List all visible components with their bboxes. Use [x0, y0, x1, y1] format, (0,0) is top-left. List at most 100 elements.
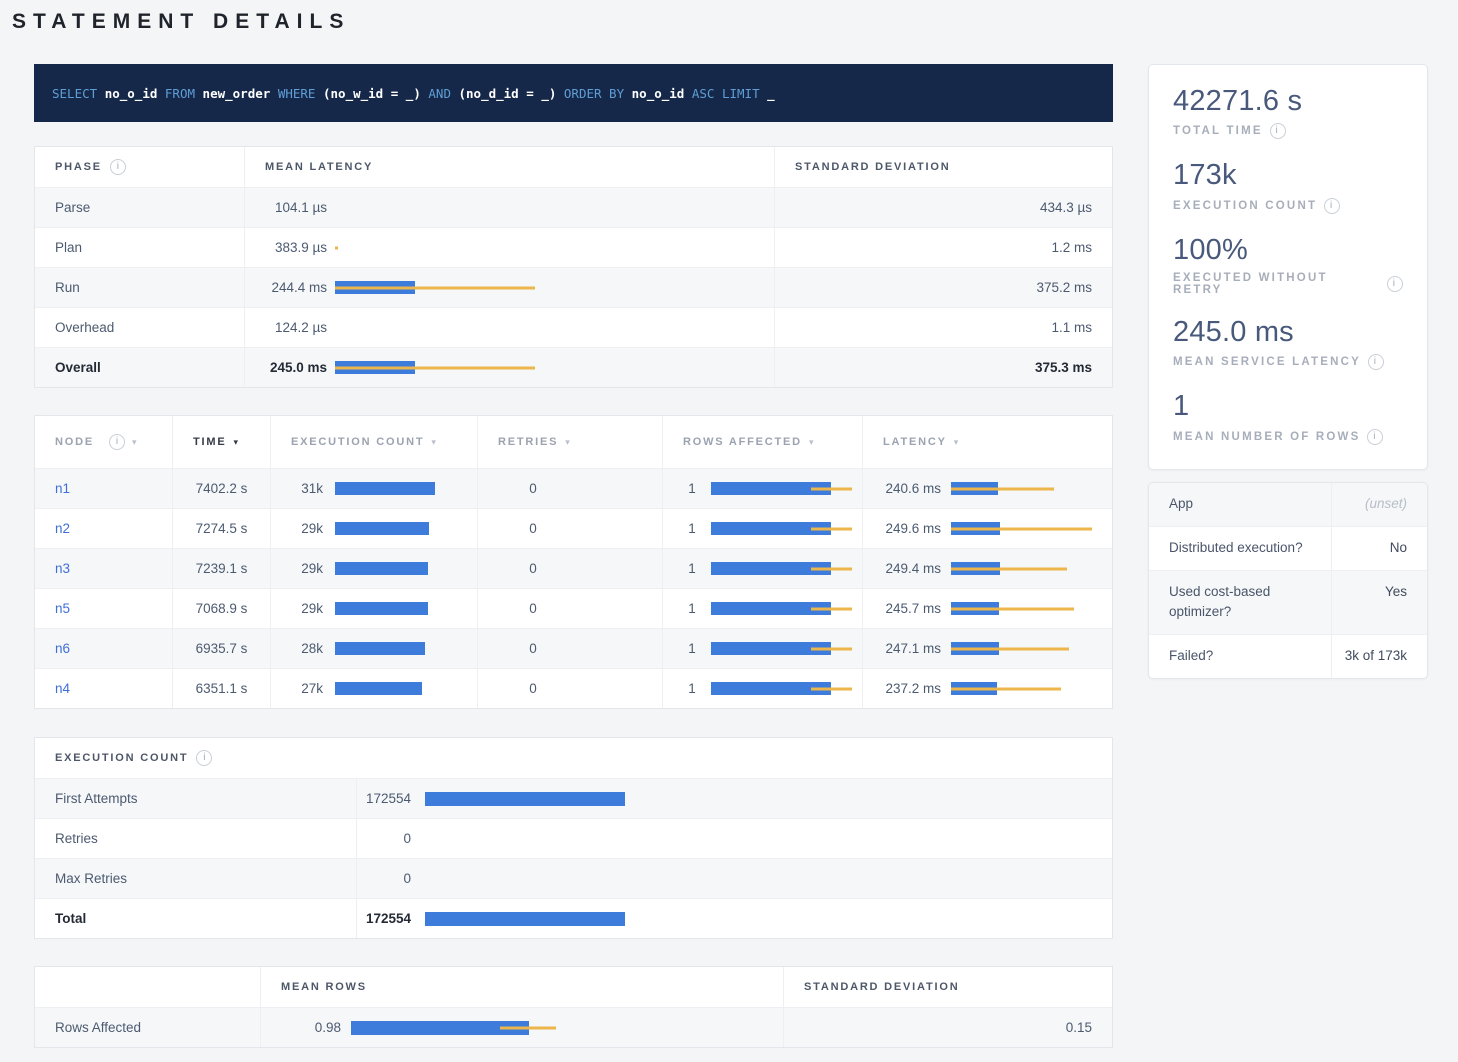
latency-col-header[interactable]: LATENCY ▾ [863, 416, 1112, 468]
node-time: 7402.2 s [196, 481, 248, 496]
execution-count-col-header[interactable]: EXECUTION COUNT ▾ [271, 416, 478, 468]
info-icon[interactable]: i [1368, 354, 1384, 370]
stat-mean-service-latency: 245.0 ms MEAN SERVICE LATENCYi [1173, 316, 1403, 370]
rows-affected-bar [711, 682, 842, 695]
exec-row-total: Total 172554 [35, 898, 1112, 938]
latency-bar [335, 361, 754, 374]
phase-row-run: Run 244.4 ms 375.2 ms [35, 267, 1112, 307]
exec-row-label: First Attempts [55, 791, 138, 806]
node-retries: 0 [498, 641, 568, 656]
node-rows-affected: 1 [683, 521, 701, 536]
attribute-label: Used cost-based optimizer? [1149, 571, 1331, 635]
mean-rows-bar [351, 1021, 763, 1035]
info-icon[interactable]: i [1387, 276, 1403, 292]
exec-row-label: Max Retries [55, 871, 127, 886]
phase-label: Overall [55, 360, 101, 375]
info-icon[interactable]: i [110, 159, 126, 175]
exec-row-value: 172554 [361, 791, 411, 806]
node-link[interactable]: n1 [55, 481, 70, 496]
mean-latency-col-header: MEAN LATENCY [245, 147, 775, 187]
node-link[interactable]: n4 [55, 681, 70, 696]
node-latency: 249.4 ms [877, 561, 941, 576]
info-icon[interactable]: i [109, 434, 125, 450]
latency-bar [335, 241, 754, 254]
node-time: 7239.1 s [196, 561, 248, 576]
node-retries: 0 [498, 481, 568, 496]
node-exec-count: 29k [283, 601, 323, 616]
phase-row-overall: Overall 245.0 ms 375.3 ms [35, 347, 1112, 387]
phase-table-header: PHASE i MEAN LATENCY STANDARD DEVIATION [35, 147, 1112, 187]
mean-latency-value: 244.4 ms [265, 280, 327, 295]
main-layout: SELECT no_o_id FROM new_order WHERE (no_… [10, 64, 1428, 1048]
exec-row-retries: Retries 0 [35, 818, 1112, 858]
mean-latency-value: 104.1 µs [265, 200, 327, 215]
node-latency: 237.2 ms [877, 681, 941, 696]
node-row: n5 7068.9 s 29k 0 1 245.7 ms [35, 588, 1112, 628]
rows-affected-bar [711, 522, 842, 535]
exec-count-bar [335, 602, 457, 615]
node-latency: 247.1 ms [877, 641, 941, 656]
stat-total-time: 42271.6 s TOTAL TIMEi [1173, 85, 1403, 139]
exec-row-first-attempts: First Attempts 172554 [35, 778, 1112, 818]
empty-col-header [35, 967, 261, 1007]
phase-latency-table: PHASE i MEAN LATENCY STANDARD DEVIATION … [34, 146, 1113, 388]
node-link[interactable]: n2 [55, 521, 70, 536]
phase-label: Overhead [55, 320, 114, 335]
node-link[interactable]: n6 [55, 641, 70, 656]
retries-col-header[interactable]: RETRIES ▾ [478, 416, 663, 468]
stat-execution-count: 173k EXECUTION COUNTi [1173, 159, 1403, 213]
exec-row-max-retries: Max Retries 0 [35, 858, 1112, 898]
node-rows-affected: 1 [683, 601, 701, 616]
info-icon[interactable]: i [1324, 198, 1340, 214]
mean-latency-value: 383.9 µs [265, 240, 327, 255]
node-rows-affected: 1 [683, 561, 701, 576]
sort-arrow-icon: ▾ [809, 438, 814, 447]
std-dev-value: 434.3 µs [1040, 200, 1092, 215]
node-row: n2 7274.5 s 29k 0 1 249.6 ms [35, 508, 1112, 548]
attribute-label: Distributed execution? [1149, 527, 1331, 570]
info-icon[interactable]: i [1270, 123, 1286, 139]
sort-arrow-icon: ▾ [132, 438, 137, 447]
attribute-row-app: App (unset) [1149, 483, 1427, 526]
std-dev-value: 1.2 ms [1051, 240, 1092, 255]
node-latency: 249.6 ms [877, 521, 941, 536]
node-latency: 245.7 ms [877, 601, 941, 616]
left-column: SELECT no_o_id FROM new_order WHERE (no_… [34, 64, 1113, 1048]
stat-label: EXECUTED WITHOUT RETRY [1173, 272, 1380, 296]
phase-label: Parse [55, 200, 90, 215]
phase-header-label: PHASE [55, 161, 102, 173]
stddev-bar [335, 366, 535, 369]
attribute-row-failed: Failed? 3k of 173k [1149, 634, 1427, 678]
node-row: n6 6935.7 s 28k 0 1 247.1 ms [35, 628, 1112, 668]
exec-row-value: 172554 [361, 911, 411, 926]
node-link[interactable]: n5 [55, 601, 70, 616]
exec-count-bar [335, 482, 457, 495]
attribute-label: Failed? [1149, 635, 1331, 678]
rows-affected-col-header[interactable]: ROWS AFFECTED ▾ [663, 416, 863, 468]
attribute-row-distributed-execution: Distributed execution? No [1149, 526, 1427, 570]
node-col-header[interactable]: NODE i ▾ [35, 416, 173, 468]
latency-bar [335, 321, 754, 334]
time-col-header[interactable]: TIME ▾ [173, 416, 271, 468]
rows-affected-bar [711, 642, 842, 655]
node-row: n1 7402.2 s 31k 0 1 240.6 ms [35, 468, 1112, 508]
attribute-value: No [1331, 527, 1427, 570]
node-link[interactable]: n3 [55, 561, 70, 576]
stat-value: 42271.6 s [1173, 85, 1403, 118]
info-icon[interactable]: i [196, 750, 212, 766]
right-column: 42271.6 s TOTAL TIMEi 173k EXECUTION COU… [1148, 64, 1428, 679]
exec-row-label: Total [55, 911, 86, 926]
rows-affected-label: Rows Affected [55, 1020, 141, 1035]
latency-bar [335, 201, 754, 214]
latency-bar [951, 602, 1092, 615]
sort-arrow-icon: ▾ [431, 438, 436, 447]
sort-arrow-icon: ▾ [565, 438, 570, 447]
node-rows-affected: 1 [683, 641, 701, 656]
node-time: 7274.5 s [196, 521, 248, 536]
latency-bar [951, 642, 1092, 655]
info-icon[interactable]: i [1367, 429, 1383, 445]
rows-affected-bar [711, 562, 842, 575]
mean-rows-col-header: MEAN ROWS [261, 967, 784, 1007]
node-exec-count: 28k [283, 641, 323, 656]
std-dev-col-header: STANDARD DEVIATION [775, 147, 1112, 187]
